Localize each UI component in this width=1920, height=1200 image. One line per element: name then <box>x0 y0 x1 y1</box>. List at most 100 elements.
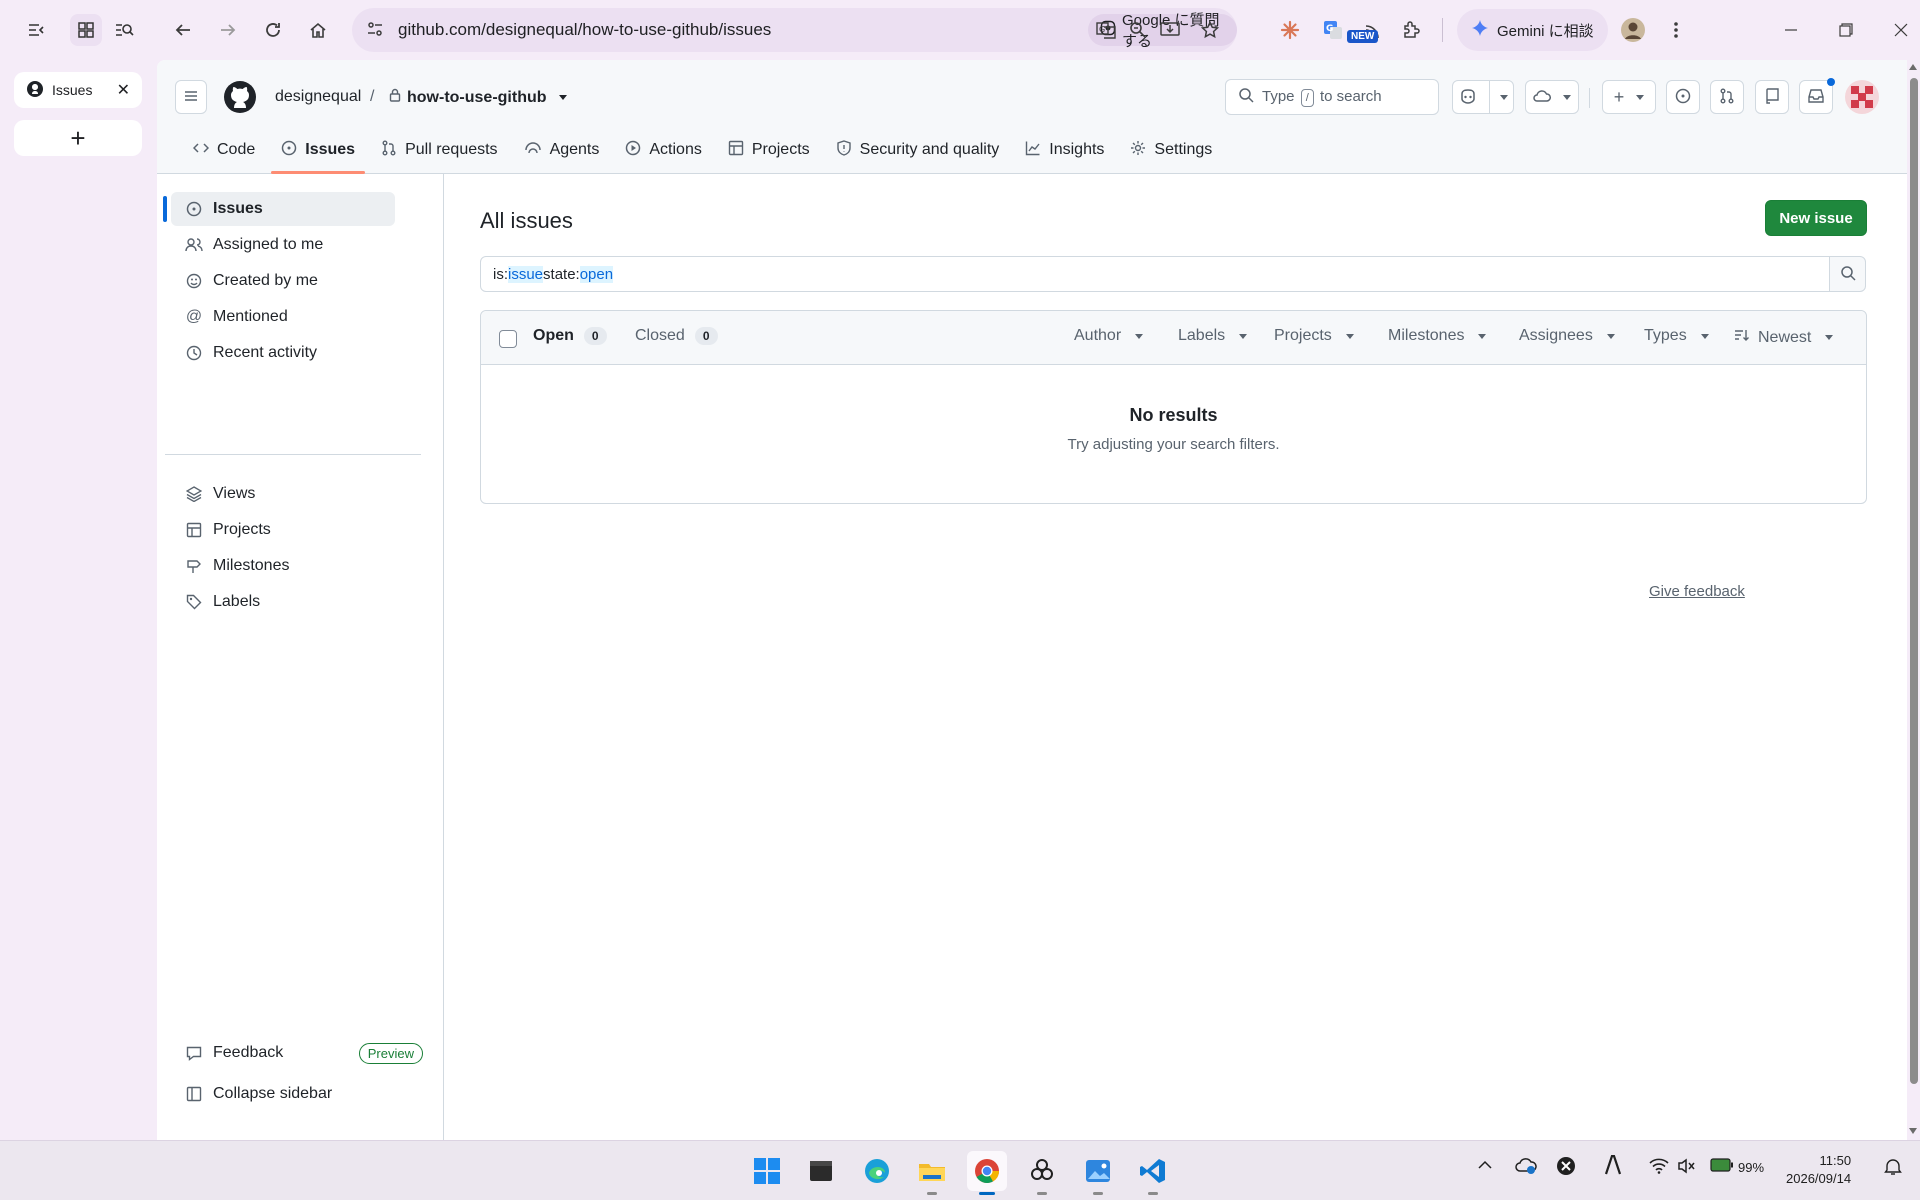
restore-icon[interactable] <box>1830 14 1862 46</box>
repo-owner-link[interactable]: designequal <box>275 88 361 106</box>
windows-start-icon[interactable] <box>747 1151 787 1191</box>
repositories-button[interactable] <box>1755 80 1789 114</box>
sidebar-item-created[interactable]: Created by me <box>171 264 395 298</box>
translate-icon[interactable]: G <box>1090 14 1122 46</box>
sort-dropdown[interactable]: Newest <box>1734 327 1834 348</box>
address-bar[interactable]: github.com/designequal/how-to-use-github… <box>352 8 1237 52</box>
site-info-icon[interactable] <box>366 20 384 41</box>
minimize-icon[interactable] <box>1775 14 1807 46</box>
tab-actions[interactable]: Actions <box>615 130 711 170</box>
volume-muted-icon[interactable] <box>1677 1158 1697 1177</box>
reload-icon[interactable] <box>257 14 289 46</box>
issue-filter-input[interactable]: is: issue state: open <box>480 256 1830 292</box>
your-pull-requests-button[interactable] <box>1710 80 1744 114</box>
user-avatar[interactable] <box>1845 80 1879 114</box>
tab-code[interactable]: Code <box>183 130 265 170</box>
codespaces-button[interactable] <box>1525 80 1579 114</box>
zoom-icon[interactable] <box>1122 14 1154 46</box>
onedrive-icon[interactable] <box>1515 1157 1537 1178</box>
photos-app-icon[interactable] <box>1078 1151 1118 1195</box>
new-issue-button[interactable]: New issue <box>1765 200 1867 236</box>
anthropic-tray-icon[interactable] <box>1604 1154 1622 1181</box>
chatgpt-app-icon[interactable] <box>1022 1151 1062 1195</box>
show-hidden-icons-icon[interactable] <box>1478 1157 1492 1173</box>
sidebar-item-mentioned[interactable]: @ Mentioned <box>171 300 395 334</box>
sidebar-item-issues[interactable]: Issues <box>163 192 395 226</box>
inbox-button[interactable] <box>1799 78 1835 114</box>
tab-pull-requests[interactable]: Pull requests <box>371 130 508 170</box>
types-filter[interactable]: Types <box>1644 327 1709 345</box>
hamburger-icon <box>183 88 199 107</box>
chrome-app-icon[interactable] <box>967 1151 1007 1195</box>
github-logo-icon[interactable] <box>223 80 257 117</box>
labels-filter[interactable]: Labels <box>1178 327 1248 345</box>
system-clock[interactable]: 11:50 2026/09/14 <box>1786 1152 1851 1188</box>
sidebar-item-labels[interactable]: Labels <box>171 585 395 619</box>
vscode-app-icon[interactable] <box>1133 1151 1173 1195</box>
hamburger-menu-button[interactable] <box>175 80 207 114</box>
tab-groups-icon[interactable] <box>70 14 102 46</box>
query-token-value: issue <box>508 265 544 283</box>
chrome-menu-icon[interactable] <box>1660 14 1692 46</box>
browser-toolbar: github.com/designequal/how-to-use-github… <box>157 0 1920 60</box>
browser-tab-issues[interactable]: Issues ✕ <box>14 72 142 108</box>
create-new-button[interactable]: + <box>1602 80 1656 114</box>
claude-extension-icon[interactable] <box>1274 14 1306 46</box>
install-app-icon[interactable] <box>1154 14 1186 46</box>
gemini-button[interactable]: Gemini に相談 <box>1457 9 1608 51</box>
github-favicon-icon <box>26 80 44 101</box>
notifications-icon[interactable] <box>1884 1158 1902 1179</box>
sidebar-item-assigned[interactable]: Assigned to me <box>171 228 395 262</box>
sidebar-item-views[interactable]: Views <box>171 477 395 511</box>
tab-settings[interactable]: Settings <box>1120 130 1222 170</box>
tab-search-icon[interactable] <box>108 14 140 46</box>
filter-search-button[interactable] <box>1829 256 1866 292</box>
filter-label: Assignees <box>1519 327 1593 344</box>
pull-request-icon <box>1719 88 1735 107</box>
projects-filter[interactable]: Projects <box>1274 327 1354 345</box>
close-window-icon[interactable] <box>1885 14 1917 46</box>
terminal-app-icon[interactable] <box>801 1151 841 1191</box>
forward-icon[interactable] <box>212 14 244 46</box>
battery-icon[interactable] <box>1710 1158 1734 1175</box>
repo-name-link[interactable]: how-to-use-github <box>389 88 567 107</box>
tab-label: Agents <box>549 141 600 158</box>
collapse-tabs-icon[interactable] <box>20 14 52 46</box>
tab-projects[interactable]: Projects <box>718 130 820 170</box>
wifi-icon[interactable] <box>1649 1158 1669 1177</box>
select-all-checkbox[interactable] <box>499 330 517 348</box>
your-issues-button[interactable] <box>1666 80 1700 114</box>
sidebar-item-milestones[interactable]: Milestones <box>171 549 395 583</box>
open-issues-tab[interactable]: Open 0 <box>533 327 607 345</box>
copilot-button[interactable] <box>1452 80 1514 114</box>
google-translate-extension-icon[interactable]: G <box>1317 14 1349 46</box>
new-tab-button[interactable]: + <box>14 120 142 156</box>
collapse-sidebar-button[interactable]: Collapse sidebar <box>171 1077 395 1111</box>
home-icon[interactable] <box>302 14 334 46</box>
back-icon[interactable] <box>167 14 199 46</box>
app-tray-close-icon[interactable] <box>1556 1156 1576 1179</box>
closed-issues-tab[interactable]: Closed 0 <box>635 327 718 345</box>
close-icon[interactable]: ✕ <box>117 80 130 100</box>
scroll-up-icon[interactable] <box>1909 64 1917 70</box>
sidebar-item-projects[interactable]: Projects <box>171 513 395 547</box>
scrollbar-thumb[interactable] <box>1910 78 1918 1084</box>
edge-browser-icon[interactable] <box>857 1151 897 1191</box>
page-scrollbar[interactable] <box>1907 60 1920 1140</box>
assignees-filter[interactable]: Assignees <box>1519 327 1615 345</box>
scroll-down-icon[interactable] <box>1909 1128 1917 1134</box>
tab-insights[interactable]: Insights <box>1015 130 1114 170</box>
extensions-puzzle-icon[interactable] <box>1395 14 1427 46</box>
tab-issues[interactable]: Issues <box>271 130 365 174</box>
file-explorer-icon[interactable] <box>912 1151 952 1195</box>
tab-security[interactable]: Security and quality <box>826 130 1010 170</box>
profile-avatar[interactable] <box>1617 14 1649 46</box>
github-search-input[interactable]: Type / to search <box>1225 79 1439 115</box>
milestones-filter[interactable]: Milestones <box>1388 327 1487 345</box>
tab-agents[interactable]: Agents <box>514 130 610 170</box>
bookmark-star-icon[interactable] <box>1194 14 1226 46</box>
author-filter[interactable]: Author <box>1074 327 1144 345</box>
sidebar-feedback[interactable]: Feedback Preview <box>171 1036 423 1070</box>
give-feedback-link[interactable]: Give feedback <box>1649 583 1745 600</box>
sidebar-item-recent-activity[interactable]: Recent activity <box>171 336 395 370</box>
